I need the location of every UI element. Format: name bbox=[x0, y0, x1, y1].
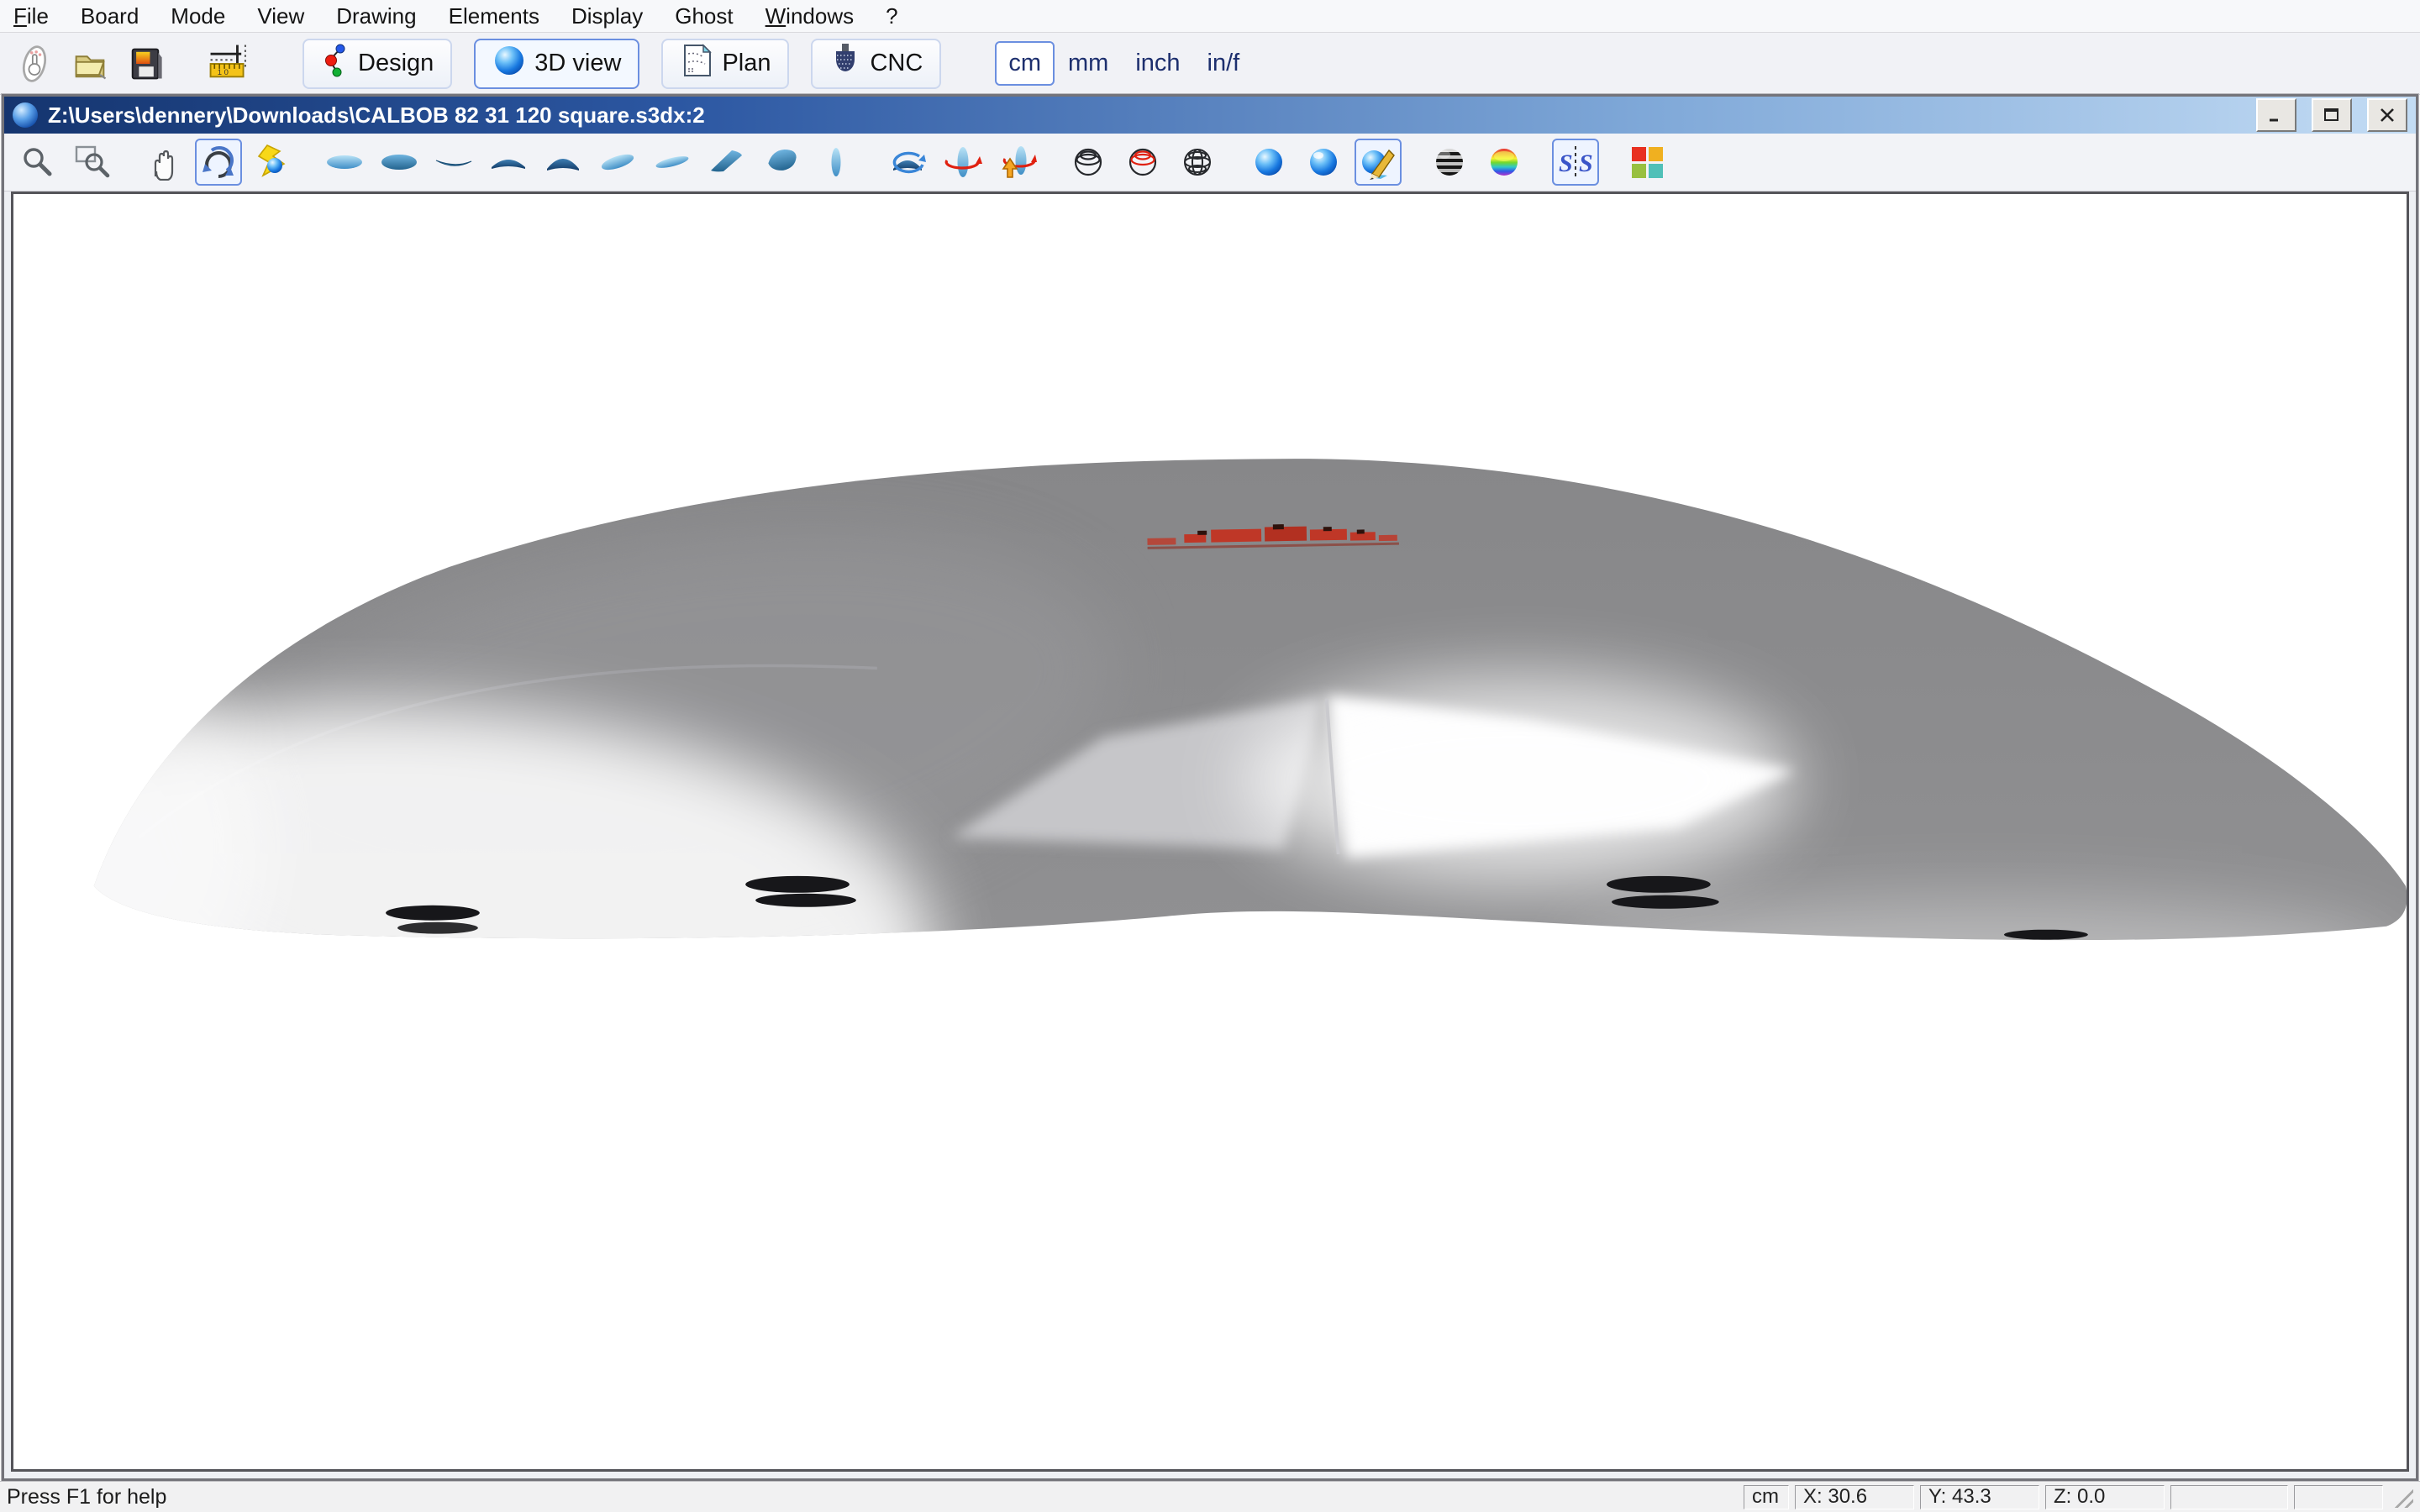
rotate-upright-icon[interactable] bbox=[939, 139, 986, 186]
wireframe-full-icon[interactable] bbox=[1174, 139, 1221, 186]
render-smooth-icon[interactable] bbox=[1245, 139, 1292, 186]
document-window: Z:\Users\dennery\Downloads\CALBOB 82 31 … bbox=[2, 94, 2418, 1481]
perspective-top-icon[interactable] bbox=[594, 139, 641, 186]
side-view-icon[interactable] bbox=[430, 139, 477, 186]
design-button-label: Design bbox=[358, 50, 434, 77]
3d-view-button[interactable]: 3D view bbox=[474, 39, 639, 89]
resize-grip[interactable] bbox=[2391, 1486, 2413, 1508]
menu-board[interactable]: Board bbox=[81, 3, 139, 29]
stand-up-icon[interactable] bbox=[993, 139, 1040, 186]
app-logo-icon bbox=[13, 102, 38, 128]
perspective-bottom2-icon[interactable] bbox=[758, 139, 805, 186]
end-view-icon[interactable] bbox=[813, 139, 860, 186]
svg-text:S: S bbox=[1559, 150, 1573, 177]
plan-button-label: Plan bbox=[722, 50, 771, 77]
bottom-view-icon[interactable] bbox=[376, 139, 423, 186]
front-section-icon[interactable] bbox=[485, 139, 532, 186]
unit-inf[interactable]: in/f bbox=[1194, 50, 1254, 77]
menu-ghost[interactable]: Ghost bbox=[675, 3, 733, 29]
save-icon[interactable] bbox=[121, 39, 170, 88]
svg-text:S: S bbox=[1579, 150, 1593, 177]
unit-cm[interactable]: cm bbox=[995, 41, 1055, 86]
unit-selector: cm mm inch in/f bbox=[995, 41, 1253, 86]
3d-view-icon bbox=[492, 44, 526, 84]
3d-viewport[interactable] bbox=[11, 192, 2409, 1472]
render-light-icon[interactable] bbox=[250, 139, 297, 186]
dimensions-icon[interactable]: 1 0 bbox=[205, 39, 254, 88]
3d-view-button-label: 3D view bbox=[534, 50, 621, 77]
minimize-button[interactable] bbox=[2256, 98, 2296, 132]
cnc-icon bbox=[829, 42, 861, 86]
menu-drawing[interactable]: Drawing bbox=[336, 3, 416, 29]
curvature-rainbow-icon[interactable] bbox=[1481, 139, 1528, 186]
top-view-icon[interactable] bbox=[321, 139, 368, 186]
menu-display[interactable]: Display bbox=[571, 3, 643, 29]
pan-icon[interactable] bbox=[140, 139, 187, 186]
menu-file[interactable]: File bbox=[13, 3, 49, 29]
rotate-flat-icon[interactable] bbox=[884, 139, 931, 186]
wireframe-icon[interactable] bbox=[1065, 139, 1112, 186]
document-title: Z:\Users\dennery\Downloads\CALBOB 82 31 … bbox=[48, 102, 2241, 129]
wireframe-red-icon[interactable] bbox=[1119, 139, 1166, 186]
status-x-coordinate: X: 30.6 bbox=[1795, 1485, 1914, 1509]
unit-inch[interactable]: inch bbox=[1122, 50, 1193, 77]
status-empty-field-2 bbox=[2294, 1485, 2383, 1509]
view-toolbar: S S bbox=[4, 134, 2416, 192]
maximize-button[interactable] bbox=[2312, 98, 2352, 132]
open-icon[interactable] bbox=[66, 39, 114, 88]
status-empty-field-1 bbox=[2170, 1485, 2288, 1509]
status-bar: Press F1 for help cm X: 30.6 Y: 43.3 Z: … bbox=[0, 1481, 2420, 1512]
status-unit: cm bbox=[1744, 1485, 1789, 1509]
unit-mm[interactable]: mm bbox=[1055, 50, 1122, 77]
main-toolbar: 1 0 Design 3D view bbox=[0, 33, 2420, 95]
status-y-coordinate: Y: 43.3 bbox=[1920, 1485, 2039, 1509]
menu-elements[interactable]: Elements bbox=[449, 3, 539, 29]
menu-view[interactable]: View bbox=[257, 3, 304, 29]
menu-help[interactable]: ? bbox=[886, 3, 897, 29]
cnc-button-label: CNC bbox=[870, 50, 923, 77]
status-z-coordinate: Z: 0.0 bbox=[2045, 1485, 2165, 1509]
curvature-gray-icon[interactable] bbox=[1426, 139, 1473, 186]
zoom-window-icon[interactable] bbox=[69, 139, 116, 186]
plan-button[interactable]: Plan bbox=[661, 39, 789, 89]
design-button[interactable]: Design bbox=[302, 39, 452, 89]
document-titlebar[interactable]: Z:\Users\dennery\Downloads\CALBOB 82 31 … bbox=[4, 97, 2416, 134]
render-design-icon[interactable] bbox=[1355, 139, 1402, 186]
render-shiny-icon[interactable] bbox=[1300, 139, 1347, 186]
menu-bar: File Board Mode View Drawing Elements Di… bbox=[0, 0, 2420, 33]
cnc-button[interactable]: CNC bbox=[811, 39, 941, 89]
svg-text:1 0: 1 0 bbox=[218, 68, 229, 77]
color-settings-icon[interactable] bbox=[1623, 139, 1670, 186]
plan-icon bbox=[680, 42, 713, 86]
symmetry-icon[interactable]: S S bbox=[1552, 139, 1599, 186]
perspective-bottom-icon[interactable] bbox=[703, 139, 750, 186]
new-board-icon[interactable] bbox=[10, 39, 59, 88]
menu-windows[interactable]: Windows bbox=[765, 3, 854, 29]
perspective-top2-icon[interactable] bbox=[649, 139, 696, 186]
status-help-text: Press F1 for help bbox=[7, 1485, 166, 1509]
board-3d-render bbox=[13, 194, 2407, 1469]
rotate-3d-icon[interactable] bbox=[195, 139, 242, 186]
close-button[interactable] bbox=[2367, 98, 2407, 132]
zoom-icon[interactable] bbox=[14, 139, 61, 186]
menu-mode[interactable]: Mode bbox=[171, 3, 225, 29]
tail-section-icon[interactable] bbox=[539, 139, 587, 186]
design-icon bbox=[321, 43, 350, 85]
